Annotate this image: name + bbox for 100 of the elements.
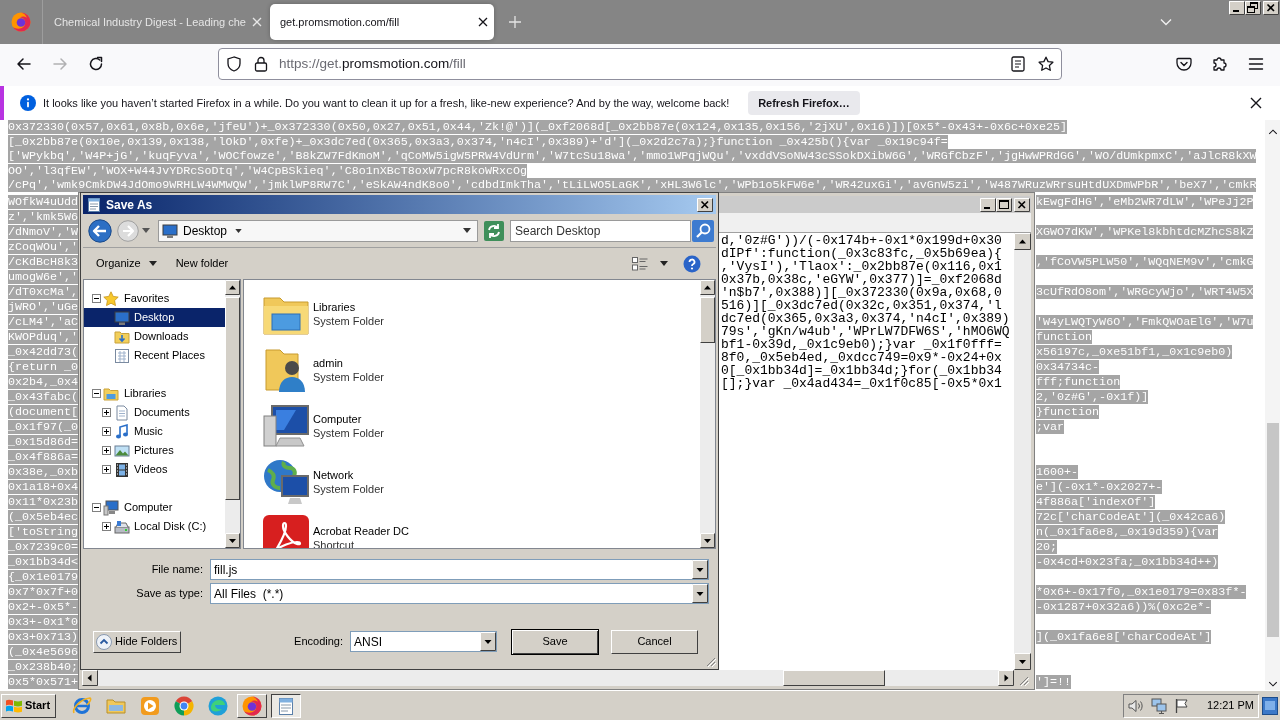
speaker-icon[interactable] [1127,697,1144,714]
scrollbar-thumb[interactable] [783,670,885,686]
tree-item[interactable]: Music [84,422,225,441]
dropdown-arrow-icon[interactable] [692,584,708,603]
taskbar-button[interactable] [271,693,302,718]
tree-item[interactable]: Computer [84,498,225,517]
file-item[interactable]: Libraries System Folder [244,286,700,342]
menu-button[interactable]: Organize [92,252,161,275]
grid-page-icon [114,347,130,364]
scrollbar-thumb[interactable] [700,297,715,343]
network-icon[interactable] [1150,697,1167,714]
plus-icon[interactable] [509,16,521,28]
tree-item[interactable]: Desktop [84,308,225,327]
code-text: 0x3+0x713) [8,629,79,644]
text-line: 8f0,_0x5eb4ed,_0xdcc749=0x9*-0x24+0x [721,351,1003,364]
browser-tab[interactable]: get.promsmotion.com/fill [270,4,494,40]
scroll-up-icon[interactable] [1014,233,1031,250]
view-options-icon[interactable] [632,256,648,271]
file-item[interactable]: Network System Folder [244,454,700,510]
pocket-icon[interactable] [1176,56,1192,72]
file-type-dropdown[interactable]: All Files (*.*) [210,583,709,604]
search-icon[interactable] [692,219,714,242]
browser-logo-icon[interactable] [11,12,31,32]
tree-item[interactable]: Local Disk (C:) [84,517,225,536]
dialog-button[interactable]: Save [511,628,599,655]
tree-item[interactable]: Recent Places [84,346,225,365]
expand-box-icon[interactable] [102,446,111,455]
expand-box-icon[interactable] [102,465,111,474]
scroll-down-icon[interactable] [1268,681,1278,687]
scroll-down-icon[interactable] [225,533,240,548]
close-icon[interactable] [1014,197,1030,212]
code-text: ['WPykbq','W4P+jG','kuqFyva','WOCfowze','B8kZW7FdKmoM','qCoMW5igW5PRW4VdUrm','W7tcSu18wa','mmo1WPqjWQu','vxddVSoNW43cSSokDXibW6G','WRGfCbzF','jgHwWPRdGG','WO/dUmkpmxC','aJlcR8kXW [8,149,1257,163]
reload-icon[interactable] [88,56,104,72]
tree-item[interactable]: Libraries [84,384,225,403]
scrollbar-thumb[interactable] [1267,423,1279,637]
scroll-up-icon[interactable] [1268,129,1278,135]
scroll-down-icon[interactable] [1014,653,1031,670]
lock-icon[interactable] [253,56,269,72]
collapse-box-icon[interactable] [92,389,101,398]
scrollbar-thumb[interactable] [225,297,240,500]
file-name-field[interactable]: fill.js [210,559,709,580]
text-editor-area[interactable] [718,233,1014,670]
refresh-icon[interactable] [484,220,504,241]
code-text: 0x34734c- [1036,359,1100,374]
tree-item[interactable]: Documents [84,403,225,422]
start-button[interactable]: Start [1,693,57,718]
scroll-up-icon[interactable] [700,280,715,295]
address-bar[interactable]: https://get.promsmotion.com/fill [218,48,1062,80]
close-icon[interactable] [1263,1,1279,15]
expand-box-icon[interactable] [102,522,111,531]
puzzle-piece-icon[interactable] [1212,56,1228,72]
close-icon[interactable] [478,17,488,27]
minimize-icon[interactable] [1229,1,1245,15]
breadcrumb-item[interactable]: Desktop [182,221,229,240]
resize-grip-icon[interactable] [704,655,716,667]
maximize-icon[interactable] [996,197,1012,212]
scroll-up-icon[interactable] [225,280,240,295]
file-item[interactable]: Computer System Folder [244,398,700,454]
dropdown-arrow-icon[interactable] [480,632,496,651]
scroll-right-icon[interactable] [998,670,1014,686]
minimize-icon[interactable] [980,197,996,212]
code-text: _0x42dd73( [8,344,79,359]
close-icon[interactable] [1250,97,1262,109]
collapse-box-icon[interactable] [92,503,101,512]
code-text: WOfkW4uUdd [8,194,79,209]
flag-icon[interactable] [1173,697,1190,714]
hide-folders-button[interactable]: Hide Folders [93,630,181,653]
dropdown-arrow-icon[interactable] [692,560,708,579]
dropdown-arrow-icon[interactable] [463,228,471,233]
restore-icon[interactable] [1245,1,1261,15]
code-text: /dT0xcMa', [8,284,79,299]
search-field[interactable]: Search Desktop [510,219,691,242]
back-arrow-icon[interactable] [16,56,32,72]
chevron-down-icon[interactable] [1160,18,1172,26]
reader-view-icon[interactable] [1010,56,1026,72]
encoding-dropdown[interactable]: ANSI [350,631,497,652]
tree-item[interactable]: Favorites [84,289,225,308]
menu-icon[interactable] [1248,56,1264,72]
scroll-down-icon[interactable] [700,533,715,548]
refresh-button[interactable]: Refresh Firefox… [748,91,860,115]
shield-icon[interactable] [226,56,242,72]
scroll-left-icon[interactable] [82,670,98,686]
show-desktop-icon[interactable] [1262,696,1278,715]
expand-box-icon[interactable] [102,427,111,436]
tree-item[interactable]: Pictures [84,441,225,460]
caret-icon[interactable] [660,261,668,266]
file-item[interactable]: admin System Folder [244,342,700,398]
caret-icon[interactable] [235,228,243,233]
tree-item[interactable]: Downloads [84,327,225,346]
address-field[interactable]: Desktop [158,219,478,242]
toolbar-button[interactable]: New folder [171,252,233,275]
help-icon[interactable] [683,254,701,273]
expand-box-icon[interactable] [102,408,111,417]
resize-grip-icon[interactable] [1017,674,1029,686]
star-icon[interactable] [1038,56,1054,72]
chevron-up-icon [96,633,112,650]
collapse-box-icon[interactable] [92,294,101,303]
close-icon[interactable] [697,197,713,212]
tree-item[interactable]: Videos [84,460,225,479]
dialog-button[interactable]: Cancel [611,629,698,654]
